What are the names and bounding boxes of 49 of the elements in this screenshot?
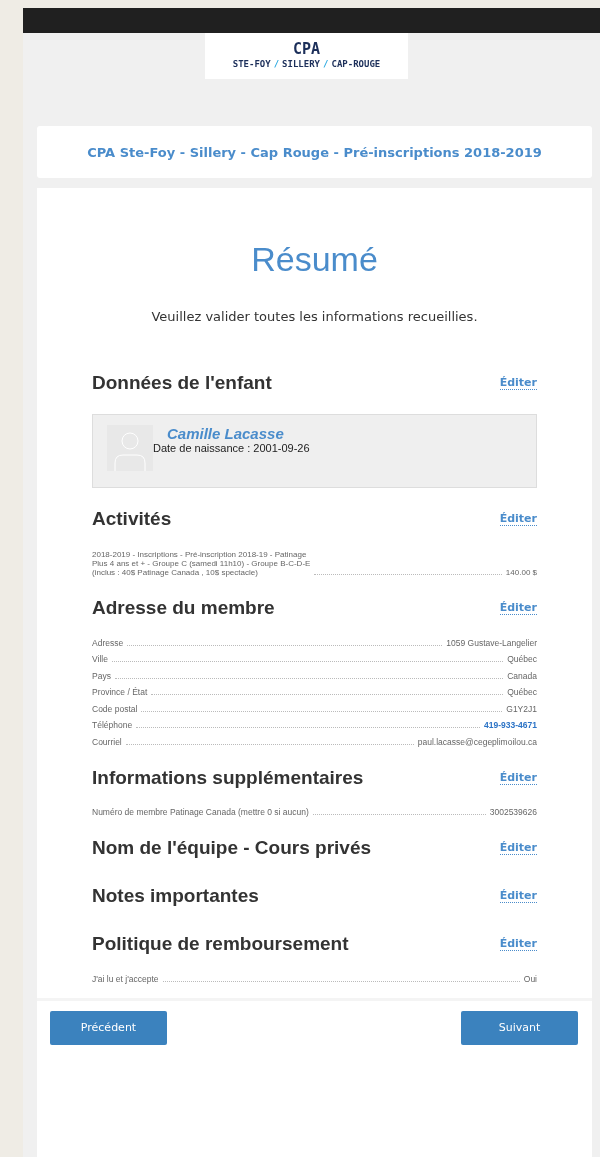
section-title: Adresse du membre [92, 597, 275, 619]
field-value: Québec [507, 654, 537, 664]
field-value: Québec [507, 687, 537, 697]
previous-button[interactable]: Précédent [50, 1010, 167, 1045]
activity-description: Plus 4 ans et + - Groupe C (samedi 11h10) - Groupe B-C-D-E [92, 559, 311, 568]
logo-word: SILLERY [282, 59, 321, 69]
field-value: paul.lacasse@cegeplimoilou.ca [417, 736, 537, 747]
edit-link[interactable]: Éditer [499, 889, 537, 903]
section-title: Activités [92, 508, 172, 530]
activity-description: 2018-2019 - Inscriptions - Pré-inscription 2018-19 - Patinage [92, 550, 308, 559]
logo-slash: / [273, 59, 280, 69]
field-label: J'ai lu et j'accepte [92, 973, 159, 984]
edit-link[interactable]: Éditer [499, 376, 537, 390]
page-title: Résumé [250, 240, 379, 279]
logo-title: CPA [292, 41, 321, 57]
next-button[interactable]: Suivant [461, 1010, 578, 1045]
field-value: Oui [523, 973, 537, 984]
field-label: Numéro de membre Patinage Canada (mettre 0 si aucun) [92, 807, 309, 817]
activity-price: 140.00 $ [505, 568, 537, 577]
intro-text: Veuillez valider toutes les informations recueillies. [150, 309, 479, 324]
field-value: G1Y2J1 [506, 703, 537, 714]
child-name: Camille Lacasse [167, 425, 285, 442]
logo-slash: / [323, 59, 329, 69]
edit-link[interactable]: Éditer [499, 937, 537, 951]
field-label: Adresse [92, 637, 124, 648]
field-value: 3002539626 [489, 807, 537, 817]
section-title: Nom de l'équipe - Cours privés [92, 837, 372, 859]
field-value: Canada [507, 670, 537, 681]
edit-link[interactable]: Éditer [499, 841, 537, 855]
field-label: Code postal [92, 703, 138, 714]
birth-date: Date de naissance : 2001-09-26 [153, 442, 310, 454]
banner-title: CPA Ste-Foy - Sillery - Cap Rouge - Pré-inscriptions 2018-2019 [87, 144, 542, 160]
activity-description: (inclus : 40$ Patinage Canada , 10$ spectacle) [92, 568, 259, 577]
section-title: Données de l'enfant [92, 372, 272, 394]
field-value: 1059 Gustave-Langelier [446, 637, 537, 648]
phone-link[interactable]: 419-933-4671 [484, 720, 537, 730]
section-title: Informations supplémentaires [92, 766, 364, 789]
edit-link[interactable]: Éditer [499, 601, 537, 615]
edit-link[interactable]: Éditer [499, 770, 537, 785]
edit-link[interactable]: Éditer [499, 512, 537, 526]
section-title: Notes importantes [92, 885, 259, 907]
section-title: Politique de remboursement [92, 933, 349, 955]
field-label: Ville [92, 654, 108, 664]
field-label: Pays [92, 670, 111, 681]
field-label: Courriel [92, 736, 122, 747]
logo-word: CAP-ROUGE [331, 59, 381, 69]
logo-word: STE-FOY [232, 59, 271, 69]
field-label: Téléphone [92, 720, 133, 730]
field-label: Province / État [92, 687, 148, 697]
